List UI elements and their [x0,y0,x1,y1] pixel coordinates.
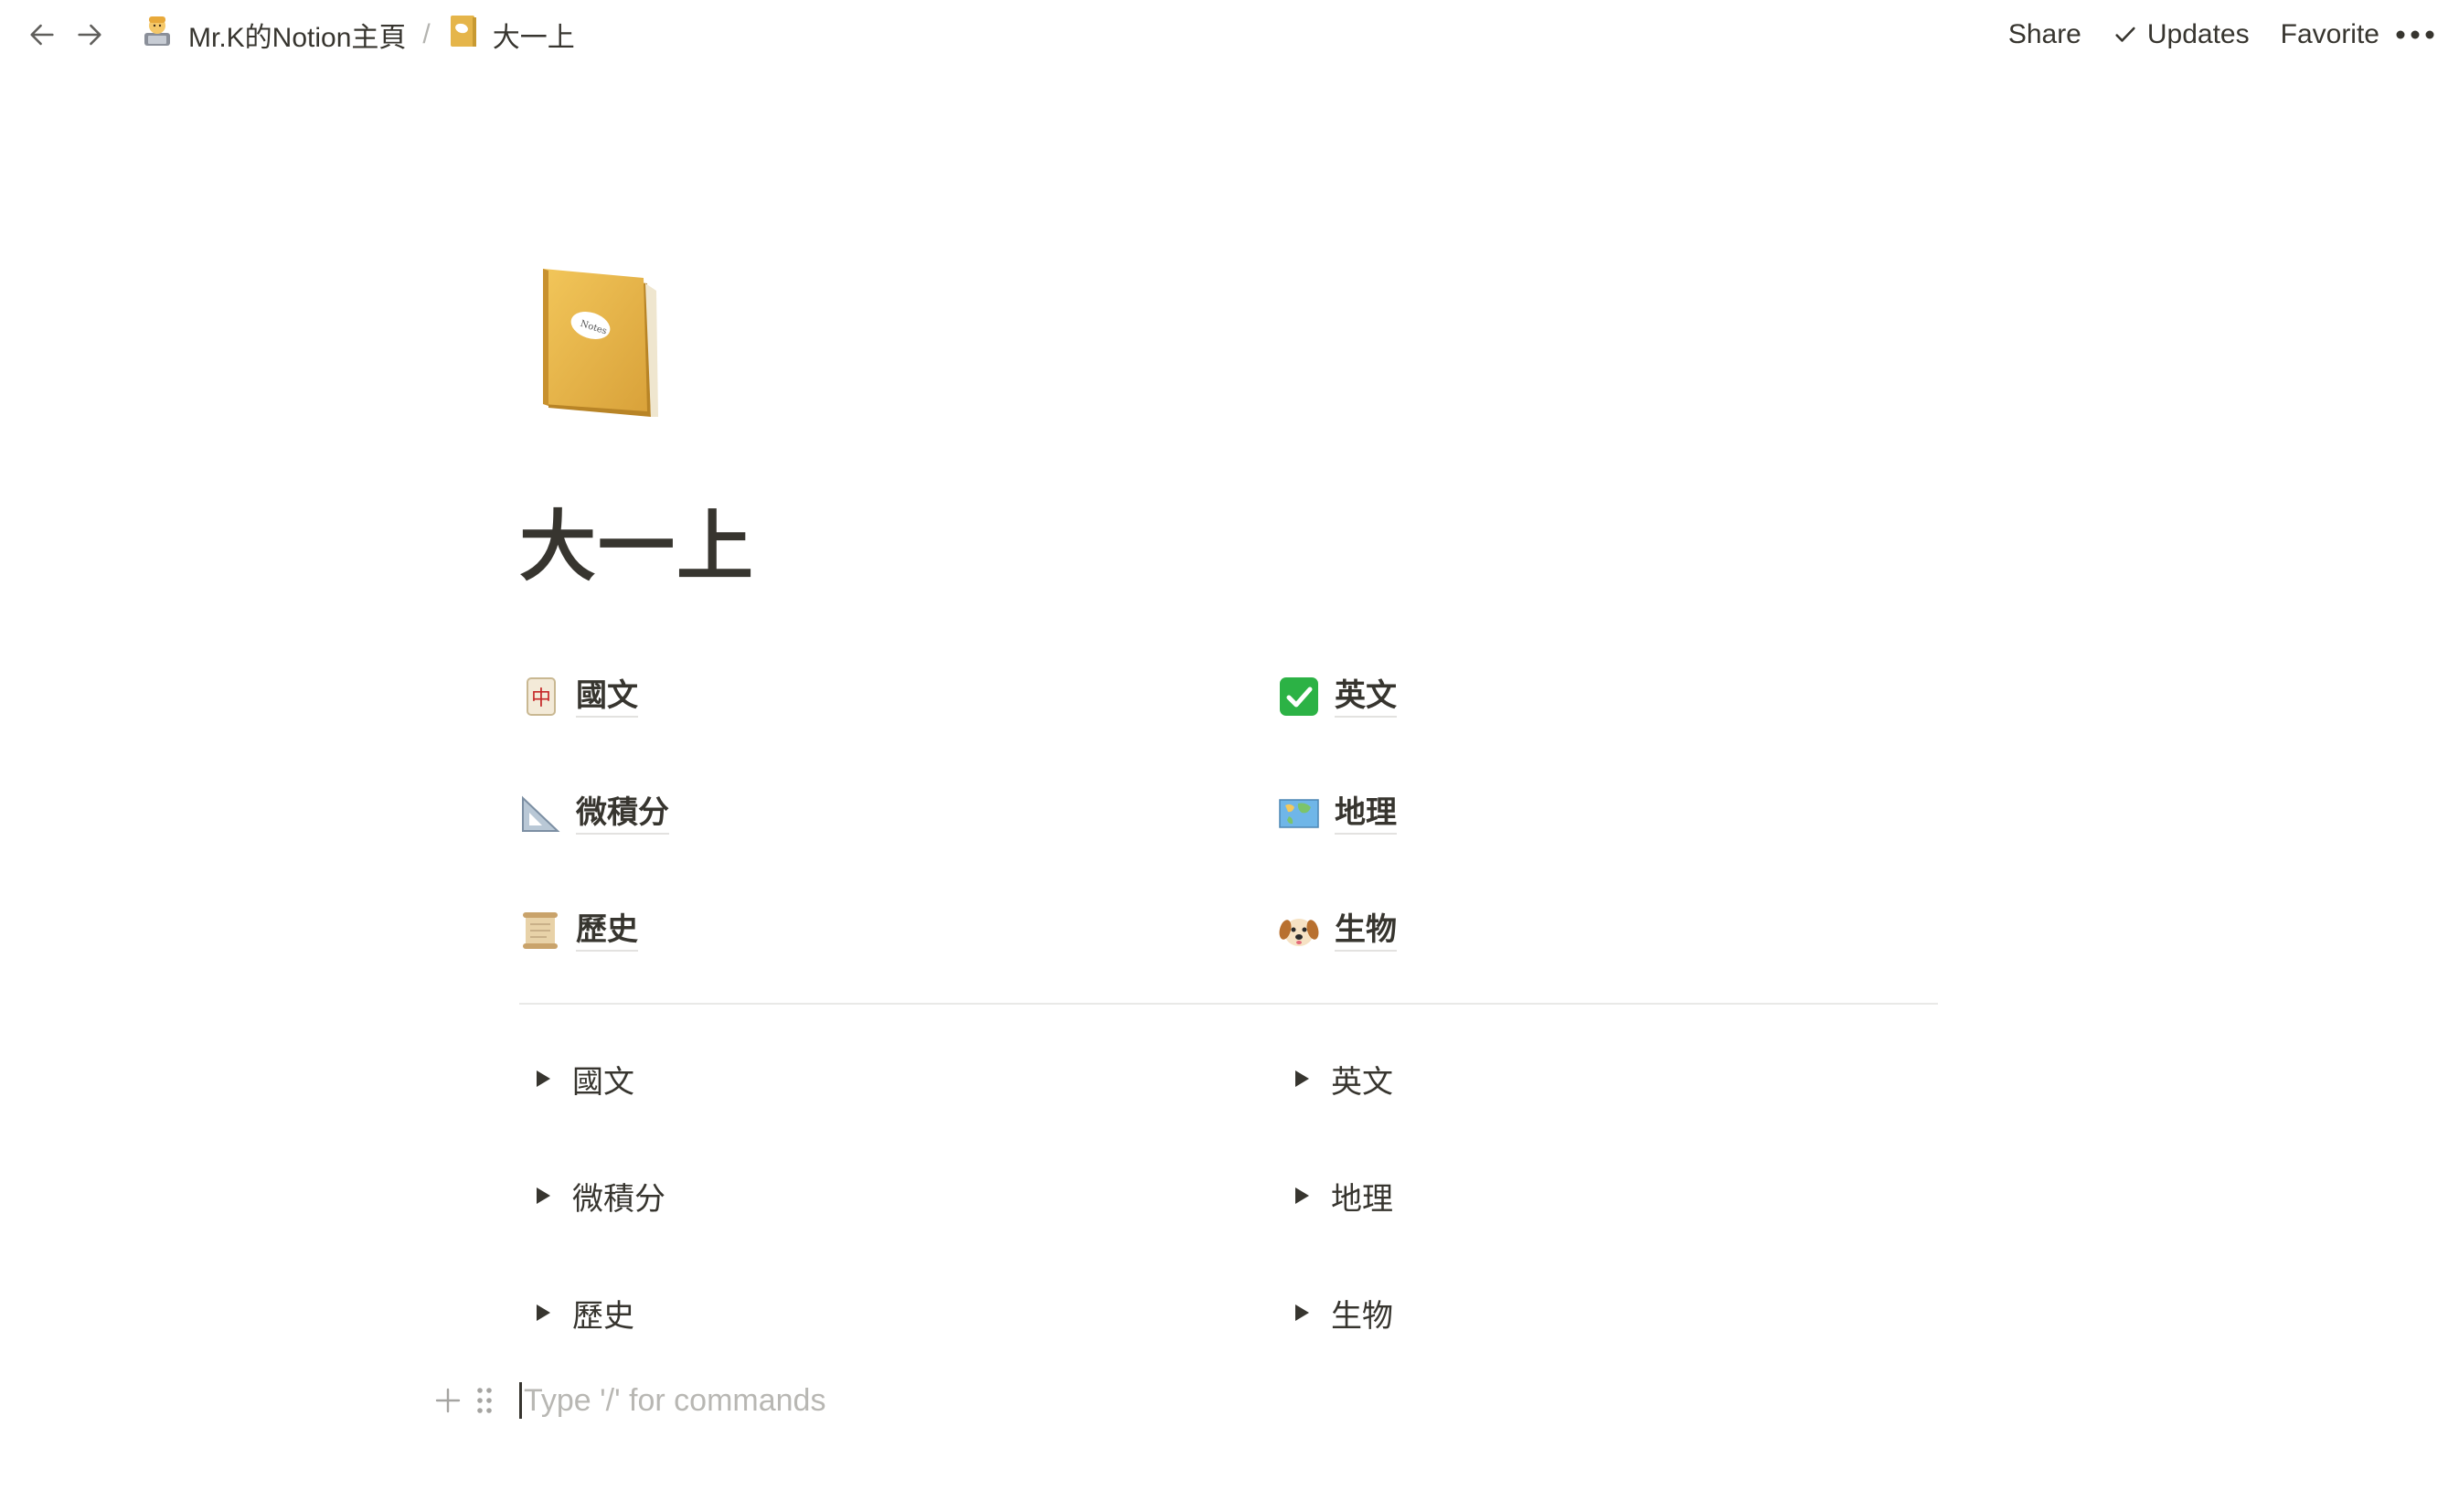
toggle-arrow-button[interactable] [519,1289,567,1336]
toggle-calculus: 微積分 [525,1159,665,1232]
toggle-arrow-button[interactable] [519,1172,567,1219]
breadcrumb-home-label: Mr.K的Notion主頁 [188,23,407,53]
link-label: 英文 [1335,676,1397,718]
check-mark-button-icon [1278,676,1320,718]
triangle-right-icon [1295,1187,1309,1204]
toggle-label[interactable]: 英文 [1331,1057,1393,1102]
topbar: Mr.K的Notion主頁 / 大一上 Share Updates Favori… [0,0,2459,69]
toggle-geography: 地理 [1283,1159,1393,1232]
drag-handle[interactable] [466,1379,503,1422]
divider [519,1003,1938,1005]
page-title[interactable]: 大一上 [519,501,755,592]
toggle-label[interactable]: 微積分 [572,1174,665,1219]
triangle-right-icon [1295,1070,1309,1087]
link-biology[interactable]: 生物 [1278,894,1397,967]
arrow-left-icon [30,24,54,46]
empty-block: Type '/' for commands [430,1371,825,1430]
toggle-label[interactable]: 地理 [1331,1174,1393,1219]
share-button[interactable]: Share [1993,11,2097,59]
updates-label: Updates [2146,19,2250,49]
favorite-label: Favorite [2280,19,2379,49]
toggle-label[interactable]: 歷史 [572,1291,634,1336]
breadcrumb-current-label: 大一上 [492,23,575,53]
toggle-chinese: 國文 [525,1042,634,1115]
checkmark-icon [2115,27,2135,42]
updates-button[interactable]: Updates [2097,11,2265,59]
triangle-right-icon [1295,1304,1309,1321]
notebook-emoji-icon [447,13,480,57]
triangle-right-icon [537,1304,550,1321]
link-english[interactable]: 英文 [1278,660,1397,733]
breadcrumb-separator: / [422,19,431,49]
dog-face-icon [1278,910,1320,952]
link-label: 國文 [576,676,638,718]
toggle-history: 歷史 [525,1276,634,1349]
world-map-icon [1278,793,1320,835]
favorite-button[interactable]: Favorite [2265,11,2395,59]
forward-button[interactable] [66,11,113,59]
scroll-icon [519,910,561,952]
link-label: 生物 [1335,910,1397,952]
page-icon-notebook[interactable]: Notes [536,263,664,419]
share-label: Share [2007,19,2081,49]
breadcrumb-current[interactable]: 大一上 [440,11,582,59]
link-label: 微積分 [576,793,669,835]
link-history[interactable]: 歷史 [519,894,638,967]
svg-text:中: 中 [531,687,551,710]
link-geography[interactable]: 地理 [1278,777,1397,850]
link-chinese[interactable]: 中 國文 [519,660,638,733]
more-horizontal-icon [2396,30,2434,39]
add-block-button[interactable] [430,1379,466,1422]
top-actions: Share Updates Favorite [1993,0,2459,69]
drag-handle-icon [477,1388,492,1413]
triangle-right-icon [537,1187,550,1204]
toggle-arrow-button[interactable] [519,1055,567,1102]
toggle-arrow-button[interactable] [1278,1055,1325,1102]
plus-icon [435,1388,461,1413]
breadcrumb-home[interactable]: Mr.K的Notion主頁 [132,11,413,59]
mahjong-red-dragon-icon: 中 [519,676,561,718]
toggle-biology: 生物 [1283,1276,1393,1349]
toggle-english: 英文 [1283,1042,1393,1115]
block-text-input[interactable]: Type '/' for commands [519,1382,825,1419]
back-button[interactable] [18,11,66,59]
link-label: 歷史 [576,910,638,952]
more-options-button[interactable] [2395,11,2459,59]
arrow-right-icon [78,24,101,46]
notebook-emoji-icon: Notes [543,269,658,417]
toggle-label[interactable]: 國文 [572,1057,634,1102]
technologist-emoji-icon [139,13,176,57]
toggle-label[interactable]: 生物 [1331,1291,1393,1336]
link-calculus[interactable]: 微積分 [519,777,669,850]
toggle-arrow-button[interactable] [1278,1289,1325,1336]
toggle-arrow-button[interactable] [1278,1172,1325,1219]
triangle-right-icon [537,1070,550,1087]
link-label: 地理 [1335,793,1397,835]
triangular-ruler-icon [519,793,561,835]
